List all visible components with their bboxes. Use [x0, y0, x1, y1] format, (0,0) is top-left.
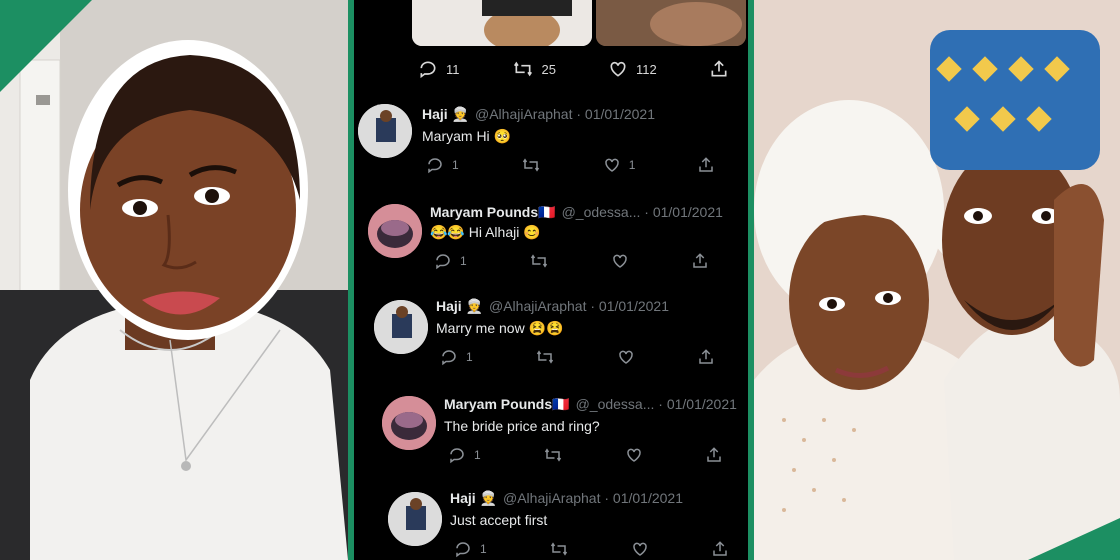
heart-icon[interactable]	[625, 446, 643, 464]
heart-icon[interactable]	[603, 156, 621, 174]
retweet-icon[interactable]	[543, 446, 563, 464]
reply-tweet[interactable]: Haji 👳 @AlhajiAraphat · 01/01/2021 Marry …	[374, 298, 754, 378]
heart-icon	[610, 61, 626, 77]
display-name: Haji 👳	[422, 106, 469, 122]
tweet-meta: Haji 👳 @AlhajiAraphat · 01/01/2021	[450, 490, 683, 507]
like-count: 112	[635, 61, 657, 77]
handle-and-date: @_odessa... · 01/01/2021	[561, 204, 723, 220]
like-stat[interactable]: 112	[608, 59, 657, 79]
avatar[interactable]	[374, 300, 428, 354]
tweet-thread-screenshot: 11 25 112 Haji 👳 @AlhajiAraphat · 01/01/2…	[348, 0, 754, 560]
tweet-actions: 1	[448, 446, 723, 464]
main-tweet-stats: 11 25 112	[418, 58, 727, 80]
reply-icon	[420, 61, 436, 79]
retweet-icon[interactable]	[521, 156, 541, 174]
share-icon[interactable]	[711, 540, 729, 558]
tweet-actions: 1	[454, 540, 729, 558]
handle-and-date: @AlhajiAraphat · 01/01/2021	[489, 298, 669, 314]
retweet-icon[interactable]	[549, 540, 569, 558]
reply-count: 1	[452, 158, 459, 172]
avatar[interactable]	[388, 492, 442, 546]
heart-icon[interactable]	[631, 540, 649, 558]
share-icon[interactable]	[691, 252, 709, 270]
tweet-text: The bride price and ring?	[444, 418, 600, 434]
handle-and-date: @AlhajiAraphat · 01/01/2021	[475, 106, 655, 122]
retweet-icon	[513, 61, 532, 77]
reply-icon[interactable]	[440, 348, 458, 366]
share-stat[interactable]	[709, 59, 729, 79]
reply-tweet[interactable]: Maryam Pounds🇲🇫 @_odessa... · 01/01/2021 …	[382, 396, 754, 476]
reply-count: 1	[480, 542, 487, 556]
tweet-meta: Maryam Pounds🇲🇫 @_odessa... · 01/01/2021	[430, 204, 723, 221]
tweet-meta: Haji 👳 @AlhajiAraphat · 01/01/2021	[436, 298, 669, 315]
reply-icon[interactable]	[434, 252, 452, 270]
retweet-icon[interactable]	[529, 252, 549, 270]
couple-portrait-illustration	[754, 0, 1120, 560]
reply-count: 1	[474, 448, 481, 462]
display-name: Haji 👳	[436, 298, 483, 314]
heart-icon[interactable]	[611, 252, 629, 270]
reply-tweet[interactable]: Haji 👳 @AlhajiAraphat · 01/01/2021 Maryam…	[358, 104, 754, 184]
tweet-text: Marry me now 😫😫	[436, 320, 564, 336]
reply-icon[interactable]	[426, 156, 444, 174]
left-border	[348, 0, 354, 560]
reply-stat[interactable]: 11	[418, 59, 460, 79]
heart-icon[interactable]	[617, 348, 635, 366]
share-icon[interactable]	[697, 156, 715, 174]
media-image-1[interactable]	[412, 0, 592, 46]
display-name: Haji 👳	[450, 490, 497, 506]
tweet-meta: Maryam Pounds🇲🇫 @_odessa... · 01/01/2021	[444, 396, 737, 413]
tweet-meta: Haji 👳 @AlhajiAraphat · 01/01/2021	[422, 106, 655, 123]
avatar[interactable]	[368, 204, 422, 258]
reply-tweet[interactable]: Haji 👳 @AlhajiAraphat · 01/01/2021 Just a…	[388, 490, 754, 560]
retweet-count: 25	[541, 61, 556, 77]
tweet-text: Just accept first	[450, 512, 548, 528]
like-count: 1	[628, 158, 636, 172]
share-icon	[711, 60, 727, 77]
tweet-text: 😂😂 Hi Alhaji 😊	[430, 224, 541, 240]
tweet-actions: 1	[440, 348, 715, 366]
reply-count: 11	[446, 61, 460, 77]
tweet-actions: 1	[434, 252, 709, 270]
tweet-actions: 1 1	[426, 156, 715, 174]
display-name: Maryam Pounds🇲🇫	[430, 204, 556, 220]
reply-count: 1	[460, 254, 467, 268]
avatar[interactable]	[358, 104, 412, 158]
tweet-text: Maryam Hi 🥺	[422, 128, 511, 144]
woman-portrait-illustration	[0, 0, 348, 560]
media-image-2[interactable]	[596, 0, 746, 46]
handle-and-date: @_odessa... · 01/01/2021	[575, 396, 737, 412]
display-name: Maryam Pounds🇲🇫	[444, 396, 570, 412]
reply-icon[interactable]	[448, 446, 466, 464]
retweet-stat[interactable]: 25	[512, 59, 556, 79]
handle-and-date: @AlhajiAraphat · 01/01/2021	[503, 490, 683, 506]
share-icon[interactable]	[697, 348, 715, 366]
reply-icon[interactable]	[454, 540, 472, 558]
retweet-icon[interactable]	[535, 348, 555, 366]
left-photo	[0, 0, 348, 560]
reply-count: 1	[466, 350, 473, 364]
avatar[interactable]	[382, 396, 436, 450]
share-icon[interactable]	[705, 446, 723, 464]
reply-tweet[interactable]: Maryam Pounds🇲🇫 @_odessa... · 01/01/2021 …	[368, 200, 754, 280]
right-photo	[754, 0, 1120, 560]
